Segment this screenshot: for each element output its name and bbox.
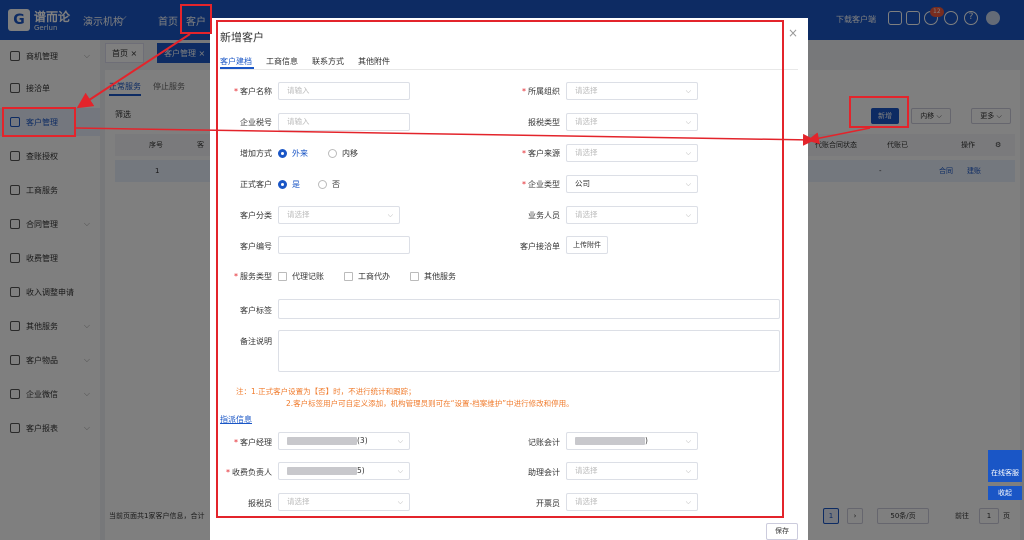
highlight-sidebar-customer bbox=[2, 107, 76, 137]
save-button[interactable]: 保存 bbox=[766, 523, 798, 540]
highlight-new-button bbox=[849, 96, 909, 128]
highlight-nav-customer bbox=[180, 4, 212, 34]
online-service-button[interactable]: 在线客服 bbox=[988, 450, 1022, 482]
close-icon[interactable]: × bbox=[788, 26, 798, 40]
highlight-dialog bbox=[216, 20, 784, 518]
collapse-button[interactable]: 收起 bbox=[988, 486, 1022, 500]
